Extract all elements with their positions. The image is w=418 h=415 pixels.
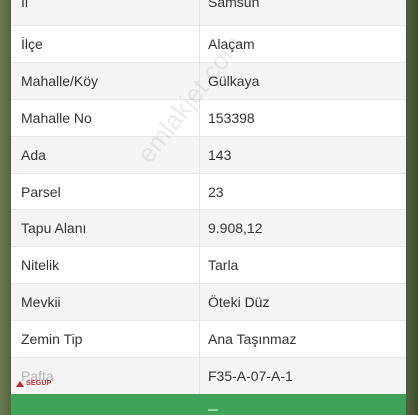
row-value: Öteki Düz [208, 294, 270, 311]
row-label: Zemin Tip [11, 321, 200, 358]
table-row-mevkii: Mevkii Öteki Düz [11, 284, 406, 322]
table-row-ada: Ada 143 [11, 136, 406, 174]
table-row-parsel: Parsel 23 [11, 173, 406, 211]
row-label: Tapu Alanı [11, 210, 200, 247]
row-value: 23 [208, 183, 224, 200]
row-value: 143 [208, 146, 232, 163]
row-value: Samsun [208, 0, 260, 10]
background-left-edge [0, 0, 11, 415]
row-label: Ada [11, 136, 200, 173]
row-value: Alaçam [208, 35, 255, 52]
background-right-edge [406, 0, 418, 415]
row-value: Gülkaya [208, 72, 260, 89]
row-label: Parsel [11, 173, 200, 210]
row-value: Tarla [208, 257, 239, 274]
property-info-table: İl Samsun İlçe Alaçam Mahalle/Köy Gülkay… [11, 0, 406, 395]
row-label: İlçe [11, 26, 200, 62]
screenshot-frame: İl Samsun İlçe Alaçam Mahalle/Köy Gülkay… [0, 0, 418, 415]
table-row-zemin-tip: Zemin Tip Ana Taşınmaz [11, 321, 406, 359]
table-row-mahalle-koy: Mahalle/Köy Gülkaya [11, 62, 406, 100]
row-label: Pafta [11, 358, 200, 394]
row-value: 9.908,12 [208, 220, 263, 237]
table-row-il: İl Samsun [11, 0, 406, 26]
segup-logo: SEGUP [16, 380, 52, 387]
bottom-bar-indicator [208, 409, 218, 411]
row-label: İl [11, 0, 200, 25]
table-row-ilce: İlçe Alaçam [11, 26, 406, 63]
row-value: Ana Taşınmaz [208, 331, 297, 348]
property-info-card: İl Samsun İlçe Alaçam Mahalle/Köy Gülkay… [11, 0, 406, 395]
row-label: Nitelik [11, 247, 200, 284]
table-row-tapu-alani: Tapu Alanı 9.908,12 [11, 210, 406, 248]
table-row-mahalle-no: Mahalle No 153398 [11, 99, 406, 137]
logo-text: SEGUP [26, 380, 52, 387]
logo-mark-icon [16, 380, 24, 387]
row-value: 153398 [208, 109, 255, 126]
row-label: Mevkii [11, 284, 200, 321]
table-row-nitelik: Nitelik Tarla [11, 247, 406, 285]
table-row-pafta: Pafta F35-A-07-A-1 [11, 358, 406, 395]
row-value: F35-A-07-A-1 [208, 367, 293, 384]
row-label: Mahalle No [11, 99, 200, 136]
row-label: Mahalle/Köy [11, 62, 200, 99]
bottom-action-bar[interactable] [11, 394, 406, 415]
